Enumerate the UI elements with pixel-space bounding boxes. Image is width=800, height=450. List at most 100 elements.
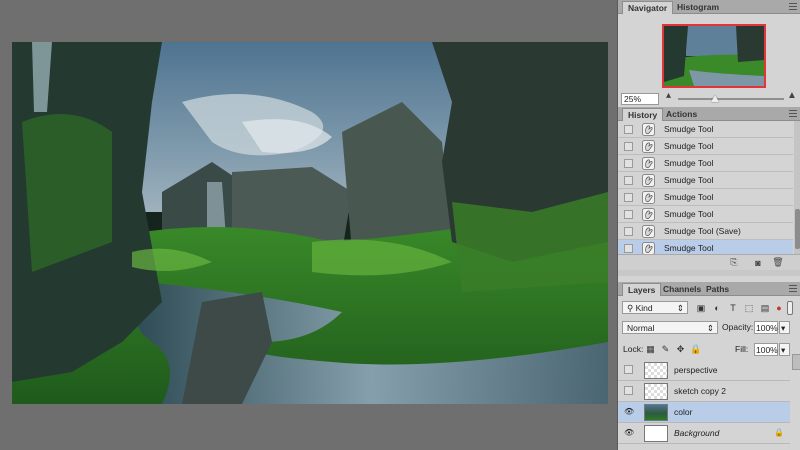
layer-thumbnail[interactable] — [644, 362, 668, 379]
tab-navigator[interactable]: Navigator — [622, 1, 674, 14]
opacity-label: Opacity: — [722, 322, 754, 332]
select-arrows-icon: ⇕ — [676, 303, 684, 313]
lock-icon: 🔒 — [774, 428, 784, 437]
layer-row[interactable]: sketch copy 2 — [618, 381, 790, 402]
panel-menu-icon[interactable] — [789, 285, 797, 293]
blend-mode-value: Normal — [627, 323, 655, 333]
history-state-row[interactable]: Smudge Tool — [618, 189, 793, 206]
fill-dropdown-button[interactable]: ▾ — [779, 343, 790, 356]
tab-layers[interactable]: Layers — [622, 283, 662, 296]
history-source-checkbox[interactable] — [624, 244, 633, 253]
visibility-toggle[interactable] — [624, 386, 633, 395]
history-scrollbar[interactable] — [794, 121, 800, 254]
layer-thumbnail[interactable] — [644, 425, 668, 442]
history-scrollbar-thumb[interactable] — [795, 209, 800, 249]
zoom-slider-handle[interactable] — [711, 95, 720, 102]
smudge-tool-icon — [642, 174, 655, 187]
navigator-tab-bar: Navigator Histogram — [618, 0, 800, 14]
filter-shape-icon[interactable]: ⬚ — [743, 302, 755, 314]
fill-input[interactable]: 100% — [754, 343, 778, 356]
smudge-tool-icon — [642, 140, 655, 153]
history-panel: Smudge Tool Smudge Tool Smudge Tool Smudge … — [618, 121, 800, 257]
visibility-toggle[interactable] — [624, 365, 633, 374]
landscape-painting — [12, 42, 608, 404]
tab-histogram[interactable]: Histogram — [672, 1, 724, 14]
history-source-checkbox[interactable] — [624, 125, 633, 134]
lock-position-icon[interactable]: ✥ — [675, 344, 686, 355]
fill-label: Fill: — [735, 344, 749, 354]
layer-name[interactable]: sketch copy 2 — [674, 381, 726, 402]
canvas-artwork[interactable] — [12, 42, 608, 404]
history-state-label: Smudge Tool — [664, 124, 714, 134]
history-state-row[interactable]: Smudge Tool — [618, 172, 793, 189]
history-state-label: Smudge Tool — [664, 158, 714, 168]
tab-paths[interactable]: Paths — [701, 283, 734, 296]
layer-name[interactable]: Background — [674, 423, 719, 444]
history-source-checkbox[interactable] — [624, 142, 633, 151]
filter-type-icon[interactable]: T — [727, 302, 739, 314]
navigator-preview[interactable] — [662, 24, 766, 88]
history-state-row[interactable]: Smudge Tool (Save) — [618, 223, 793, 240]
trash-icon[interactable]: 🗑 — [772, 257, 784, 268]
layers-tab-bar: Layers Channels Paths — [618, 282, 800, 296]
new-document-from-state-icon[interactable]: ⎘ — [728, 257, 740, 268]
filter-toggle-icon[interactable]: ● — [773, 302, 785, 314]
history-state-row[interactable]: Smudge Tool — [618, 138, 793, 155]
history-source-checkbox[interactable] — [624, 193, 633, 202]
opacity-input[interactable]: 100% — [754, 321, 778, 334]
layer-row[interactable]: perspective — [618, 360, 790, 381]
filter-on-off-switch[interactable] — [787, 301, 793, 315]
lock-transparent-pixels-icon[interactable]: ▦ — [645, 344, 656, 355]
snapshot-camera-icon[interactable]: ◙ — [752, 257, 764, 268]
panel-menu-icon[interactable] — [789, 3, 797, 11]
layers-scrollbar[interactable] — [792, 354, 800, 370]
layer-name[interactable]: color — [674, 402, 692, 423]
select-arrows-icon: ⇕ — [706, 323, 714, 333]
history-state-label: Smudge Tool (Save) — [664, 226, 741, 236]
history-state-label: Smudge Tool — [664, 192, 714, 202]
lock-image-pixels-icon[interactable]: ✎ — [660, 344, 671, 355]
panel-menu-icon[interactable] — [789, 110, 797, 118]
history-footer: ⎘ ◙ 🗑 — [618, 254, 800, 270]
zoom-in-icon[interactable]: ▲ — [787, 90, 797, 101]
lock-label: Lock: — [623, 344, 644, 354]
document-canvas-area[interactable] — [0, 0, 617, 450]
tab-history[interactable]: History — [622, 108, 664, 121]
zoom-input[interactable]: 25% — [621, 93, 659, 105]
lock-all-icon[interactable]: 🔒 — [690, 344, 701, 355]
search-icon: ⚲ — [627, 303, 634, 313]
history-source-checkbox[interactable] — [624, 227, 633, 236]
tab-channels[interactable]: Channels — [658, 283, 706, 296]
filter-kind-value: Kind — [635, 303, 653, 313]
navigator-thumbnail-image — [664, 26, 764, 86]
layer-name[interactable]: perspective — [674, 360, 717, 381]
filter-pixel-icon[interactable]: ▣ — [695, 302, 707, 314]
smudge-tool-icon — [642, 208, 655, 221]
blend-mode-select[interactable]: Normal ⇕ — [622, 321, 718, 334]
eye-icon[interactable]: 👁 — [624, 407, 634, 417]
smudge-tool-icon — [642, 225, 655, 238]
layer-row[interactable]: 👁 color — [618, 402, 790, 423]
filter-smart-object-icon[interactable]: ▤ — [759, 302, 771, 314]
history-state-label: Smudge Tool — [664, 175, 714, 185]
filter-kind-select[interactable]: ⚲ Kind ⇕ — [622, 301, 688, 314]
opacity-dropdown-button[interactable]: ▾ — [779, 321, 790, 334]
history-source-checkbox[interactable] — [624, 176, 633, 185]
history-state-row[interactable]: Smudge Tool — [618, 155, 793, 172]
tab-actions[interactable]: Actions — [661, 108, 702, 121]
history-state-label: Smudge Tool — [664, 141, 714, 151]
layer-row[interactable]: 👁 Background 🔒 — [618, 423, 790, 444]
eye-icon[interactable]: 👁 — [624, 428, 634, 438]
smudge-tool-icon — [642, 123, 655, 136]
layer-thumbnail[interactable] — [644, 404, 668, 421]
history-state-row[interactable]: Smudge Tool — [618, 206, 793, 223]
filter-adjustment-icon[interactable]: ◐ — [711, 302, 723, 314]
layers-panel: Layers Channels Paths ⚲ Kind ⇕ ▣ ◐ T ⬚ ▤… — [618, 276, 800, 450]
history-state-row[interactable]: Smudge Tool — [618, 121, 793, 138]
history-source-checkbox[interactable] — [624, 210, 633, 219]
history-state-label: Smudge Tool — [664, 209, 714, 219]
zoom-out-icon[interactable]: ▴ — [666, 90, 671, 101]
layer-thumbnail[interactable] — [644, 383, 668, 400]
zoom-slider[interactable] — [678, 98, 784, 100]
history-source-checkbox[interactable] — [624, 159, 633, 168]
